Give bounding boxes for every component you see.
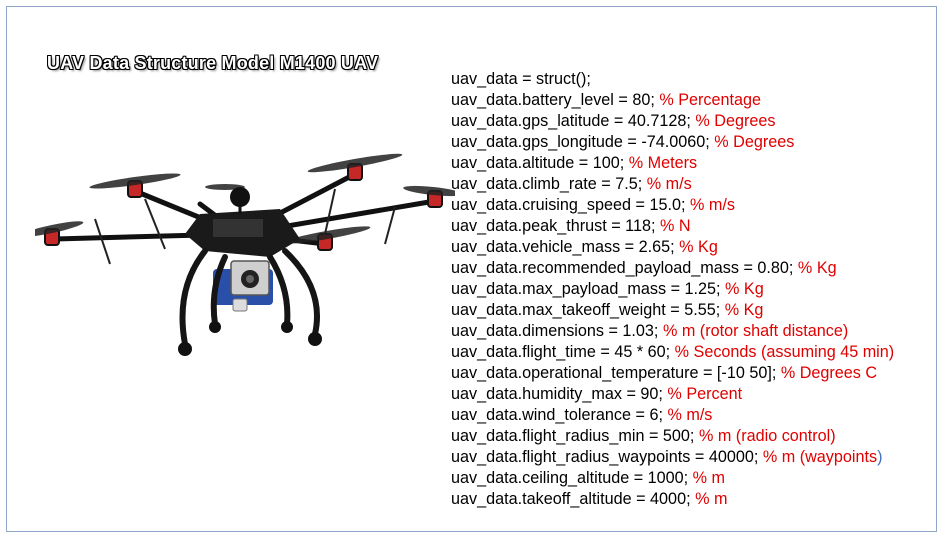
code-line: uav_data.flight_radius_min = 500; % m (r… <box>451 426 894 447</box>
code-comment: % m/s <box>667 406 713 424</box>
code-text: uav_data.gps_longitude = -74.0060; <box>451 133 715 151</box>
code-comment: % Seconds (assuming 45 min) <box>674 343 895 361</box>
drone-image <box>35 153 455 356</box>
code-text: uav_data.climb_rate = 7.5; <box>451 175 647 193</box>
code-comment: % Kg <box>724 301 764 319</box>
code-text: uav_data.dimensions = 1.03; <box>451 322 663 340</box>
code-comment: % Degrees C <box>780 364 878 382</box>
code-line: uav_data.battery_level = 80; % Percentag… <box>451 90 894 111</box>
code-line: uav_data.peak_thrust = 118; % N <box>451 216 894 237</box>
code-text: uav_data.battery_level = 80; <box>451 91 660 109</box>
code-line: uav_data.flight_time = 45 * 60; % Second… <box>451 342 894 363</box>
code-comment: % m (rotor shaft distance) <box>662 322 849 340</box>
code-line: uav_data.humidity_max = 90; % Percent <box>451 384 894 405</box>
code-text: uav_data.gps_latitude = 40.7128; <box>451 112 696 130</box>
code-text: uav_data.operational_temperature = [-10 … <box>451 364 781 382</box>
code-line: uav_data.cruising_speed = 15.0; % m/s <box>451 195 894 216</box>
code-comment: % Kg <box>725 280 764 298</box>
code-comment: % m (radio control) <box>698 427 836 445</box>
code-comment: % Percentage <box>659 91 762 109</box>
code-line: uav_data.dimensions = 1.03; % m (rotor s… <box>451 321 894 342</box>
code-text: uav_data.cruising_speed = 15.0; <box>451 196 690 214</box>
code-line: uav_data.gps_latitude = 40.7128; % Degre… <box>451 111 894 132</box>
code-line: uav_data.takeoff_altitude = 4000; % m <box>451 489 894 510</box>
code-line: uav_data.ceiling_altitude = 1000; % m <box>451 468 894 489</box>
code-text: uav_data.ceiling_altitude = 1000; <box>451 469 693 487</box>
code-listing: uav_data = struct(); uav_data.battery_lev… <box>451 69 894 510</box>
code-comment: % m <box>695 490 728 508</box>
code-line: uav_data.climb_rate = 7.5; % m/s <box>451 174 894 195</box>
code-text: uav_data.max_takeoff_weight = 5.55; <box>451 301 725 319</box>
code-comment: % Kg <box>679 238 718 256</box>
code-line: uav_data.gps_longitude = -74.0060; % Deg… <box>451 132 894 153</box>
code-comment: % m (waypoints <box>762 448 878 466</box>
code-line: uav_data = struct(); <box>451 69 894 90</box>
code-line: uav_data.vehicle_mass = 2.65; % Kg <box>451 237 894 258</box>
code-comment: % m/s <box>646 175 692 193</box>
code-comment: % Degrees <box>714 133 795 151</box>
code-line: uav_data.recommended_payload_mass = 0.80… <box>451 258 894 279</box>
code-text: uav_data.flight_time = 45 * 60; <box>451 343 675 361</box>
code-line: uav_data.max_takeoff_weight = 5.55; % Kg <box>451 300 894 321</box>
code-line: uav_data.altitude = 100; % Meters <box>451 153 894 174</box>
code-text: uav_data = struct(); <box>451 70 591 88</box>
code-comment: % m <box>692 469 726 487</box>
code-comment: % Percent <box>667 385 743 403</box>
code-text: uav_data.wind_tolerance = 6; <box>451 406 668 424</box>
code-text: uav_data.takeoff_altitude = 4000; <box>451 490 696 508</box>
code-line: uav_data.operational_temperature = [-10 … <box>451 363 894 384</box>
code-text: uav_data.humidity_max = 90; <box>451 385 668 403</box>
slide: UAV Data Structure Model M1400 UAV uav_d… <box>6 6 937 532</box>
code-text: uav_data.flight_radius_waypoints = 40000… <box>451 448 763 466</box>
code-text: uav_data.max_payload_mass = 1.25; <box>451 280 726 298</box>
code-text: uav_data.flight_radius_min = 500; <box>451 427 699 445</box>
code-text: uav_data.peak_thrust = 118; <box>451 217 660 235</box>
code-text: uav_data.recommended_payload_mass = 0.80… <box>451 259 798 277</box>
code-comment-tail: ) <box>877 448 883 466</box>
code-line: uav_data.max_payload_mass = 1.25; % Kg <box>451 279 894 300</box>
code-text: uav_data.vehicle_mass = 2.65; <box>451 238 680 256</box>
code-comment: % Degrees <box>695 112 776 130</box>
code-comment: % N <box>659 217 691 235</box>
code-line: uav_data.wind_tolerance = 6; % m/s <box>451 405 894 426</box>
code-comment: % m/s <box>689 196 735 214</box>
code-comment: % Meters <box>628 154 698 172</box>
slide-title: UAV Data Structure Model M1400 UAV <box>47 53 379 73</box>
code-line: uav_data.flight_radius_waypoints = 40000… <box>451 447 894 468</box>
code-comment: % Kg <box>797 259 837 277</box>
code-text: uav_data.altitude = 100; <box>451 154 629 172</box>
